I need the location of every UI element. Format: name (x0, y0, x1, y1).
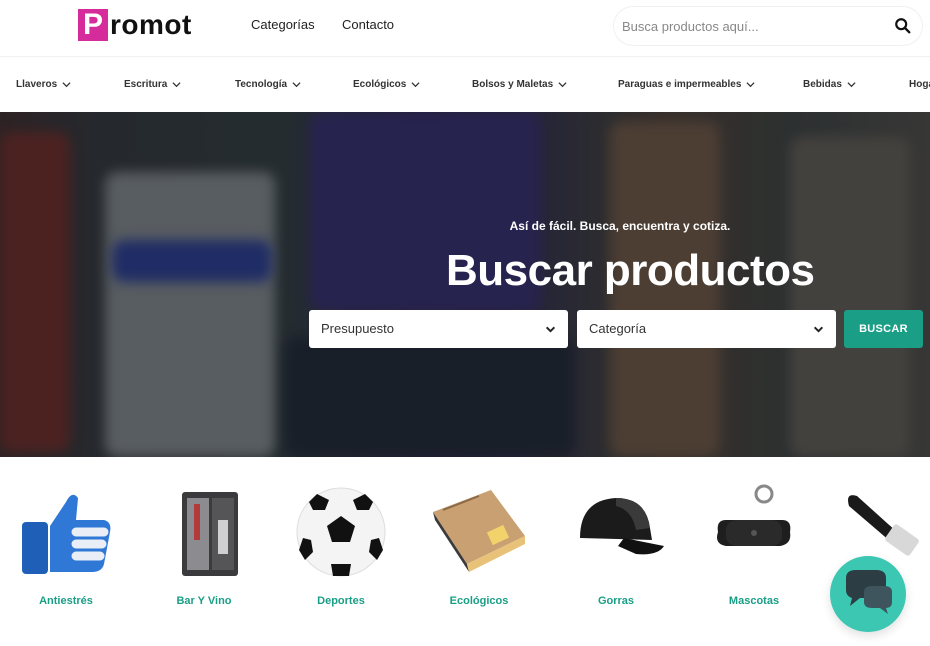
catnav-label: Llaveros (16, 79, 58, 90)
chevron-down-icon (292, 82, 301, 88)
soccer-ball-icon (296, 487, 386, 577)
catnav-label: Bolsos y Maletas (472, 79, 554, 90)
chevron-down-icon (545, 326, 556, 333)
category-select[interactable]: Categoría (577, 310, 836, 348)
catnav-label: Hoga (909, 79, 930, 90)
category-antiestres[interactable]: Antiestrés (11, 470, 121, 607)
header: P romot Categorías Contacto (0, 0, 930, 56)
chevron-down-icon (847, 82, 856, 88)
category-label: Gorras (597, 595, 635, 607)
category-gorras[interactable]: Gorras (561, 470, 671, 607)
catnav-label: Ecológicos (353, 79, 407, 90)
buscar-button[interactable]: BUSCAR (844, 310, 923, 348)
catnav-label: Tecnología (235, 79, 288, 90)
category-nav: Llaveros Escritura Tecnología Ecológicos… (0, 56, 930, 112)
category-label: Antiestrés (39, 595, 93, 607)
catnav-llaveros[interactable]: Llaveros (16, 79, 71, 90)
chevron-down-icon (411, 82, 420, 88)
category-label: Ecológicos (449, 595, 509, 607)
cap-icon (580, 498, 664, 555)
category-mascotas[interactable]: Mascotas (699, 470, 809, 607)
wine-case-icon (182, 492, 238, 576)
chevron-down-icon (62, 82, 71, 88)
chevron-down-icon (558, 82, 567, 88)
chat-bubbles-icon (846, 570, 892, 614)
catnav-escritura[interactable]: Escritura (124, 79, 181, 90)
catnav-hogar[interactable]: Hoga (909, 79, 930, 90)
search-input[interactable] (622, 7, 882, 45)
nav-categorias[interactable]: Categorías (251, 17, 315, 32)
budget-select[interactable]: Presupuesto (309, 310, 568, 348)
catnav-label: Paraguas e impermeables (618, 79, 742, 90)
catnav-ecologicos[interactable]: Ecológicos (353, 79, 420, 90)
chevron-down-icon (746, 82, 755, 88)
category-label: Bar Y Vino (176, 595, 232, 607)
logo-letter: P (78, 9, 108, 41)
logo[interactable]: P romot (78, 9, 192, 41)
catnav-bebidas[interactable]: Bebidas (803, 79, 856, 90)
category-ecologicos[interactable]: Ecológicos (424, 470, 534, 607)
catnav-label: Escritura (124, 79, 168, 90)
catnav-paraguas[interactable]: Paraguas e impermeables (618, 79, 755, 90)
hero-title: Buscar productos (446, 246, 815, 295)
notebook-icon (433, 490, 525, 572)
chevron-down-icon (172, 82, 181, 88)
category-bar-vino[interactable]: Bar Y Vino (149, 470, 259, 607)
hero-subtitle: Así de fácil. Busca, encuentra y cotiza. (0, 219, 930, 233)
catnav-bolsos[interactable]: Bolsos y Maletas (472, 79, 567, 90)
search-bar (614, 7, 922, 45)
catnav-label: Bebidas (803, 79, 842, 90)
chevron-down-icon (813, 326, 824, 333)
thumbs-up-icon (22, 494, 111, 574)
logo-text: romot (110, 9, 192, 40)
catnav-tecnologia[interactable]: Tecnología (235, 79, 301, 90)
category-label: Mascotas (728, 595, 780, 607)
hero-banner: Así de fácil. Busca, encuentra y cotiza.… (0, 112, 930, 457)
category-select-value: Categoría (589, 321, 647, 336)
category-deportes[interactable]: Deportes (286, 470, 396, 607)
budget-select-value: Presupuesto (321, 321, 394, 336)
bone-bag-icon (717, 484, 791, 546)
hero-subtitle-text: Así de fácil. Busca, encuentra y cotiza. (509, 219, 731, 233)
search-icon[interactable] (894, 17, 912, 35)
nav-contacto[interactable]: Contacto (342, 17, 394, 32)
category-tiles: Antiestrés Bar Y Vino Deportes Ecológico… (0, 470, 930, 646)
chat-button[interactable] (830, 556, 906, 632)
category-label: Deportes (317, 595, 365, 607)
